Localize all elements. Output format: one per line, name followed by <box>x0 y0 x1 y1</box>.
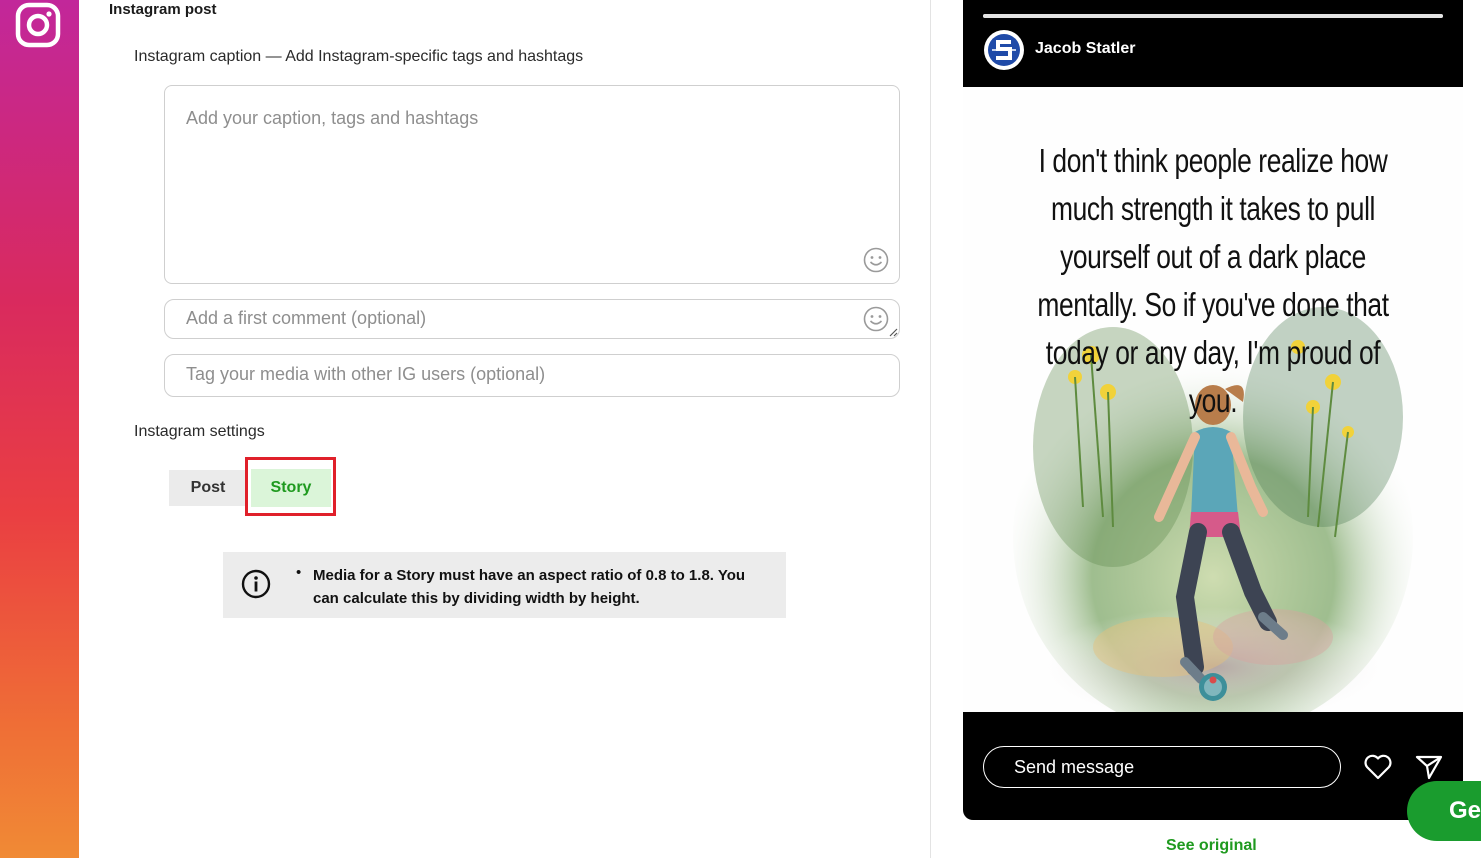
info-message: Media for a Story must have an aspect ra… <box>313 567 746 607</box>
section-title: Instagram post <box>109 1 217 18</box>
settings-label: Instagram settings <box>134 423 265 440</box>
story-quote: I don't think people realize how much st… <box>1037 142 1389 419</box>
emoji-icon[interactable] <box>863 247 889 273</box>
post-type-story-button[interactable]: Story <box>251 469 331 507</box>
caption-label: Instagram caption — Add Instagram-specif… <box>134 48 584 65</box>
story-preview: Jacob Statler I don't think people reali… <box>963 0 1463 820</box>
column-divider <box>930 0 931 858</box>
story-username: Jacob Statler <box>1035 40 1136 57</box>
emoji-icon[interactable] <box>863 306 889 332</box>
get-started-button[interactable]: Ge <box>1407 781 1481 841</box>
send-message-placeholder: Send message <box>1014 757 1135 777</box>
info-circle-icon <box>241 569 271 599</box>
instagram-sidebar <box>0 0 79 858</box>
caption-textarea[interactable]: Add your caption, tags and hashtags <box>164 85 900 284</box>
see-original-link[interactable]: See original <box>1166 837 1257 855</box>
post-type-post-button[interactable]: Post <box>169 470 247 506</box>
tag-users-field[interactable]: Tag your media with other IG users (opti… <box>164 354 900 397</box>
avatar <box>984 30 1024 70</box>
get-started-label: Ge <box>1449 797 1481 824</box>
send-icon[interactable] <box>1415 754 1443 780</box>
story-progress-fill <box>983 14 1443 18</box>
first-comment-field[interactable]: Add a first comment (optional) <box>164 299 900 339</box>
info-banner: • Media for a Story must have an aspect … <box>223 552 786 618</box>
send-message-input[interactable]: Send message <box>983 746 1341 788</box>
instagram-icon <box>15 2 61 48</box>
first-comment-placeholder: Add a first comment (optional) <box>186 308 427 328</box>
info-bullet: • <box>296 564 302 581</box>
story-progress-bar <box>983 14 1443 18</box>
caption-placeholder: Add your caption, tags and hashtags <box>186 108 479 128</box>
resize-handle-icon[interactable] <box>888 327 898 337</box>
tag-users-placeholder: Tag your media with other IG users (opti… <box>186 364 546 384</box>
story-image: I don't think people realize how much st… <box>963 87 1463 712</box>
heart-icon[interactable] <box>1363 753 1393 781</box>
